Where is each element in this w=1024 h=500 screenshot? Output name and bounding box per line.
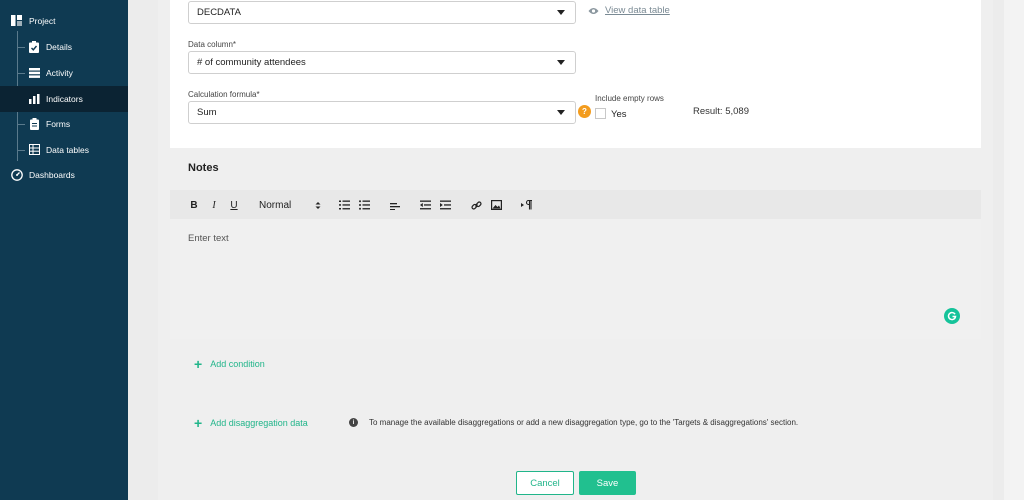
sidebar-item-forms[interactable]: Forms bbox=[0, 111, 128, 137]
italic-button[interactable]: I bbox=[208, 198, 220, 212]
align-button[interactable] bbox=[389, 198, 401, 212]
data-column-label: Data column* bbox=[188, 40, 237, 49]
notes-editor-placeholder: Enter text bbox=[188, 233, 229, 244]
grammarly-icon[interactable] bbox=[944, 308, 960, 324]
plus-icon: + bbox=[194, 415, 203, 431]
form-icon bbox=[30, 118, 39, 130]
disaggregation-info-text: To manage the available disaggregations … bbox=[369, 418, 799, 427]
project-icon bbox=[11, 15, 22, 26]
clipboard-check-icon bbox=[29, 41, 39, 53]
view-data-table-link[interactable]: View data table bbox=[588, 5, 670, 16]
ordered-list-button[interactable] bbox=[338, 198, 350, 212]
chevron-down-icon bbox=[557, 60, 565, 65]
include-empty-rows-checkbox[interactable] bbox=[595, 108, 606, 119]
bullet-list-icon bbox=[358, 200, 370, 210]
save-button[interactable]: Save bbox=[579, 471, 636, 495]
sidebar-item-label: Activity bbox=[46, 68, 73, 78]
link-button[interactable] bbox=[470, 198, 482, 212]
link-icon bbox=[470, 200, 482, 210]
sidebar-item-label: Project bbox=[29, 16, 56, 26]
chevron-down-icon bbox=[557, 10, 565, 15]
sidebar: Project Details Activity Indicators Form… bbox=[0, 0, 128, 500]
chevron-down-icon bbox=[557, 110, 565, 115]
data-column-value: # of community attendees bbox=[197, 57, 306, 68]
add-disaggregation-label: Add disaggregation data bbox=[210, 418, 308, 428]
help-icon[interactable]: ? bbox=[578, 105, 591, 118]
disaggregation-info: i To manage the available disaggregation… bbox=[349, 418, 798, 427]
data-table-select[interactable]: DECDATA bbox=[188, 1, 576, 24]
server-icon bbox=[29, 68, 40, 78]
bullet-list-button[interactable] bbox=[358, 198, 370, 212]
sidebar-item-activity[interactable]: Activity bbox=[0, 60, 128, 86]
calculation-formula-select[interactable]: Sum bbox=[188, 101, 576, 124]
calculation-formula-label: Calculation formula* bbox=[188, 90, 260, 99]
image-button[interactable] bbox=[490, 198, 502, 212]
ordered-list-icon bbox=[338, 200, 350, 210]
sidebar-item-data-tables[interactable]: Data tables bbox=[0, 137, 128, 163]
plus-icon: + bbox=[194, 356, 203, 372]
indent-button[interactable] bbox=[439, 198, 451, 212]
include-empty-rows-label: Include empty rows bbox=[595, 94, 664, 103]
bar-chart-icon bbox=[29, 94, 40, 104]
scroll-track bbox=[1004, 0, 1024, 500]
align-left-icon bbox=[389, 203, 400, 210]
sidebar-item-label: Details bbox=[46, 42, 72, 52]
notes-title: Notes bbox=[188, 162, 219, 174]
include-empty-rows-option: Yes bbox=[611, 109, 627, 120]
cancel-button[interactable]: Cancel bbox=[516, 471, 574, 495]
image-icon bbox=[490, 200, 502, 210]
indent-icon bbox=[439, 200, 451, 210]
info-icon: i bbox=[349, 418, 358, 427]
sidebar-item-dashboards[interactable]: Dashboards bbox=[0, 162, 128, 188]
text-direction-button[interactable] bbox=[520, 198, 533, 212]
add-condition-label: Add condition bbox=[210, 359, 265, 369]
sidebar-item-indicators[interactable]: Indicators bbox=[0, 86, 128, 112]
calculation-formula-value: Sum bbox=[197, 107, 217, 118]
bold-button[interactable]: B bbox=[188, 198, 200, 212]
add-condition-button[interactable]: + Add condition bbox=[194, 356, 265, 372]
sidebar-item-project[interactable]: Project bbox=[0, 8, 128, 34]
sidebar-item-details[interactable]: Details bbox=[0, 34, 128, 60]
data-column-select[interactable]: # of community attendees bbox=[188, 51, 576, 74]
table-icon bbox=[29, 144, 40, 155]
sidebar-item-label: Forms bbox=[46, 119, 71, 129]
add-disaggregation-button[interactable]: + Add disaggregation data bbox=[194, 415, 308, 431]
data-table-value: DECDATA bbox=[197, 7, 241, 18]
result-value: Result: 5,089 bbox=[693, 106, 749, 117]
updown-chevron-icon bbox=[315, 201, 321, 209]
outdent-button[interactable] bbox=[419, 198, 431, 212]
view-data-table-label: View data table bbox=[605, 5, 670, 16]
underline-button[interactable]: U bbox=[228, 198, 240, 212]
sidebar-item-label: Dashboards bbox=[29, 170, 75, 180]
sidebar-item-label: Indicators bbox=[46, 94, 83, 104]
heading-select-value: Normal bbox=[259, 199, 292, 211]
paragraph-direction-icon bbox=[520, 200, 532, 210]
dashboard-gauge-icon bbox=[11, 169, 23, 181]
outdent-icon bbox=[419, 200, 431, 210]
notes-editor[interactable] bbox=[170, 219, 981, 339]
sidebar-item-label: Data tables bbox=[46, 145, 89, 155]
heading-select[interactable]: Normal bbox=[259, 198, 321, 212]
eye-icon bbox=[588, 7, 599, 14]
